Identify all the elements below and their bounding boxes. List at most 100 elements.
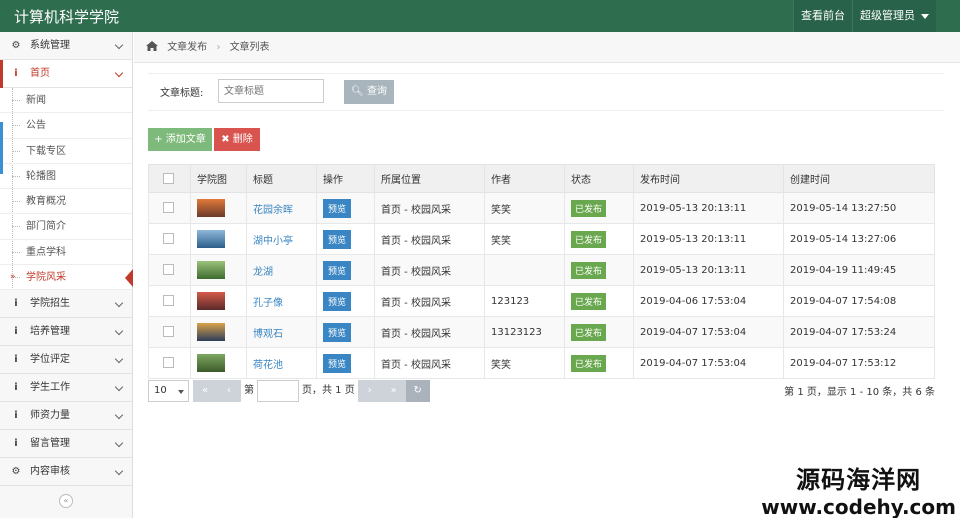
pagination-info: 第 1 页，显示 1 - 10 条，共 6 条 (784, 387, 935, 398)
sidebar-subitem-downloads[interactable]: 下载专区 (0, 139, 132, 164)
sidebar-item-messages[interactable]: i 留言管理 (0, 430, 132, 459)
preview-button[interactable]: 预览 (323, 353, 352, 373)
sidebar-item-home[interactable]: i 首页 (0, 60, 132, 88)
watermark-line2: www.codehy.com (761, 495, 956, 518)
sidebar-collapse-button[interactable]: « (59, 494, 73, 508)
chevron-down-icon (114, 327, 124, 336)
created-time-cell: 2019-04-07 17:53:24 (783, 316, 935, 348)
sidebar-subitem-campus-style[interactable]: » 学院风采 (0, 265, 133, 291)
info-icon: i (14, 68, 18, 79)
last-page-button[interactable]: » (381, 380, 406, 402)
table-row: 龙湖 预览 首页 - 校园风采 已发布 2019-05-13 20:13:11 2019-… (148, 254, 935, 286)
search-label: 文章标题: (160, 88, 204, 99)
sidebar-item-training[interactable]: i 培养管理 (0, 318, 132, 347)
campus-photo-thumbnail (197, 261, 225, 279)
preview-button[interactable]: 预览 (323, 291, 352, 311)
created-time-cell: 2019-04-07 17:53:12 (783, 347, 935, 379)
info-icon: i (14, 354, 18, 366)
sidebar-subitem-education[interactable]: 教育概况 (0, 189, 132, 215)
author-cell: 123123 (484, 285, 565, 317)
sidebar-item-label: 学院招生 (30, 298, 70, 310)
breadcrumb-first[interactable]: 文章发布 (167, 42, 207, 53)
row-checkbox[interactable] (163, 357, 174, 369)
created-time-cell: 2019-04-07 17:54:08 (783, 285, 935, 317)
delete-button[interactable]: ✖ 删除 (214, 128, 260, 151)
info-icon: i (14, 438, 18, 450)
article-title-link[interactable]: 孔子像 (253, 298, 283, 309)
first-page-button[interactable]: « (193, 380, 217, 402)
row-checkbox[interactable] (163, 326, 174, 338)
watermark: 源码海洋网 www.codehy.com (761, 460, 956, 518)
article-title-link[interactable]: 湖中小亭 (253, 236, 293, 247)
top-actions: 查看前台 超级管理员 (793, 0, 936, 32)
refresh-button[interactable]: ↻ (405, 380, 430, 402)
search-button[interactable]: 🔍︎ 查询 (344, 80, 394, 104)
sidebar-item-admissions[interactable]: i 学院招生 (0, 290, 132, 319)
sidebar-subitem-key-subjects[interactable]: 重点学科 (0, 240, 132, 266)
sidebar-item-review[interactable]: ⚙ 内容审核 (0, 458, 132, 487)
author-cell (484, 254, 565, 286)
created-time-cell: 2019-04-19 11:49:45 (783, 254, 935, 286)
gear-icon: ⚙ (11, 40, 21, 51)
chevron-down-icon (114, 439, 124, 448)
submenu-home: 新闻 公告 下载专区 轮播图 教育概况 部门简介 重点学科 » 学院风采 (0, 88, 133, 291)
row-checkbox[interactable] (163, 295, 174, 307)
published-time-cell: 2019-05-13 20:13:11 (633, 223, 784, 255)
sidebar-subitem-carousel[interactable]: 轮播图 (0, 164, 132, 190)
sidebar-item-label: 学生工作 (30, 382, 70, 394)
page-size-select[interactable]: 10 (148, 380, 189, 402)
article-title-link[interactable]: 花园余晖 (253, 205, 293, 216)
sidebar-item-system[interactable]: ⚙ 系统管理 (0, 32, 132, 60)
page-number-input[interactable] (257, 380, 299, 402)
preview-button[interactable]: 预览 (323, 198, 352, 218)
preview-button[interactable]: 预览 (323, 229, 352, 249)
published-time-cell: 2019-04-07 17:53:04 (633, 347, 784, 379)
close-icon: ✖ (221, 134, 230, 145)
sidebar-subitem-notice[interactable]: 公告 (0, 113, 132, 139)
sidebar-item-degree[interactable]: i 学位评定 (0, 346, 132, 375)
sidebar-subitem-label: 学院风采 (26, 272, 66, 284)
chevron-down-icon (114, 299, 124, 308)
status-badge: 已发布 (571, 199, 607, 217)
sidebar-item-faculty[interactable]: i 师资力量 (0, 402, 132, 431)
sidebar: ⚙ 系统管理 i 首页 新闻 公告 下载专区 轮播图 教育概况 部门简介 重点学… (0, 32, 133, 518)
location-cell: 首页 - 校园风采 (374, 347, 485, 379)
breadcrumb-current: 文章列表 (229, 42, 270, 53)
article-title-link[interactable]: 博观石 (253, 329, 283, 340)
col-header-status: 状态 (564, 164, 634, 193)
article-title-link[interactable]: 荷花池 (253, 360, 283, 371)
prev-page-button[interactable]: ‹ (217, 380, 241, 402)
admin-menu-button[interactable]: 超级管理员 (852, 0, 936, 32)
chevron-down-icon (114, 467, 124, 476)
sidebar-subitem-news[interactable]: 新闻 (0, 88, 132, 114)
campus-photo-thumbnail (197, 354, 225, 372)
location-cell: 首页 - 校园风采 (374, 223, 485, 255)
home-icon (146, 41, 158, 51)
view-frontend-button[interactable]: 查看前台 (793, 0, 852, 32)
author-cell: 笑笑 (484, 223, 565, 255)
preview-button[interactable]: 预览 (323, 260, 352, 280)
chevron-down-icon (114, 355, 124, 364)
article-title-link[interactable]: 龙湖 (253, 267, 273, 278)
table-row: 花园余晖 预览 首页 - 校园风采 笑笑 已发布 2019-05-13 20:13:11 2… (148, 192, 935, 224)
sidebar-subitem-departments[interactable]: 部门简介 (0, 214, 132, 240)
published-time-cell: 2019-05-13 20:13:11 (633, 192, 784, 224)
published-time-cell: 2019-04-06 17:53:04 (633, 285, 784, 317)
info-icon: i (14, 298, 18, 310)
add-article-button[interactable]: + 添加文章 (148, 128, 212, 151)
next-page-button[interactable]: › (357, 380, 382, 402)
title-search-input[interactable] (218, 79, 324, 103)
table-row: 湖中小亭 预览 首页 - 校园风采 笑笑 已发布 2019-05-13 20:13:11 2… (148, 223, 935, 255)
location-cell: 首页 - 校园风采 (374, 316, 485, 348)
author-cell: 笑笑 (484, 192, 565, 224)
chevron-down-icon (178, 390, 184, 394)
row-checkbox[interactable] (163, 264, 174, 276)
preview-button[interactable]: 预览 (323, 322, 352, 342)
campus-photo-thumbnail (197, 292, 225, 310)
row-checkbox[interactable] (163, 233, 174, 245)
select-all-checkbox[interactable] (163, 172, 174, 184)
sidebar-item-student-work[interactable]: i 学生工作 (0, 374, 132, 403)
search-icon: 🔍︎ (351, 86, 364, 97)
col-header-image: 学院图 (190, 164, 247, 193)
row-checkbox[interactable] (163, 202, 174, 214)
